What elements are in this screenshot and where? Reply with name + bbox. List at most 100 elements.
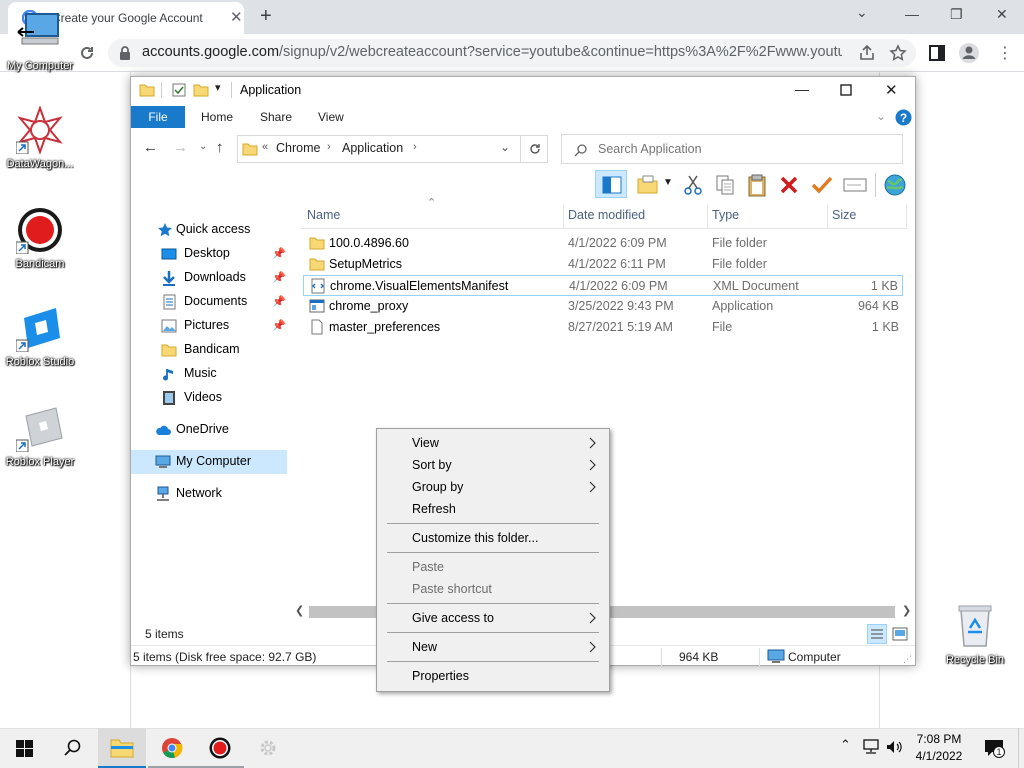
up-arrow-icon[interactable]: ↑ [216, 139, 224, 156]
lock-icon[interactable] [118, 45, 132, 61]
globe-icon[interactable] [883, 173, 907, 197]
close-browser-icon[interactable]: ✕ [996, 6, 1008, 23]
nav-item-network[interactable]: Network [131, 482, 287, 506]
menu-item-refresh[interactable]: Refresh [379, 498, 607, 520]
network-tray-icon[interactable] [862, 739, 880, 755]
desktop-icon-my-computer[interactable]: My Computer [0, 6, 80, 76]
side-panel-icon[interactable] [928, 44, 946, 62]
search-taskbar-button[interactable] [48, 728, 96, 768]
desktop-icon-roblox-studio[interactable]: Roblox Studio [0, 302, 80, 372]
scroll-right-icon[interactable]: ❯ [902, 604, 911, 617]
desktop-icon-recycle-bin[interactable]: Recycle Bin [935, 600, 1015, 670]
rename-icon[interactable] [843, 175, 867, 195]
tab-close-icon[interactable]: ✕ [230, 10, 243, 25]
expand-ribbon-icon[interactable]: ⌄ [876, 109, 886, 123]
minimize-icon[interactable]: — [905, 6, 919, 22]
ribbon-tab-home[interactable]: Home [201, 110, 233, 124]
nav-item-pictures[interactable]: Pictures 📌 [131, 314, 287, 338]
breadcrumb-overflow-icon[interactable]: « [262, 141, 268, 153]
search-box[interactable] [561, 134, 903, 164]
nav-item-downloads[interactable]: Downloads 📌 [131, 266, 287, 290]
menu-kebab-icon[interactable]: ⋮ [997, 43, 1013, 63]
file-row[interactable]: master_preferences 8/27/2021 5:19 AM Fil… [303, 317, 903, 338]
file-row[interactable]: chrome_proxy 3/25/2022 9:43 PM Applicati… [303, 296, 903, 317]
layout-button[interactable] [595, 170, 627, 198]
show-desktop-button[interactable] [1018, 728, 1024, 768]
pin-icon[interactable]: 📌 [272, 271, 286, 284]
column-type[interactable]: Type [712, 208, 739, 222]
pin-icon[interactable]: 📌 [272, 319, 286, 332]
new-tab-icon[interactable]: + [260, 5, 272, 28]
maximize-icon[interactable] [840, 84, 852, 96]
close-window-icon[interactable]: ✕ [885, 81, 898, 99]
nav-item-bandicam[interactable]: Bandicam [131, 338, 287, 362]
new-folder-icon[interactable] [637, 175, 659, 195]
chrome-taskbar-button[interactable] [148, 728, 196, 768]
new-folder-quick-icon[interactable] [193, 82, 209, 98]
quick-access-dropdown-icon[interactable]: ▾ [215, 81, 221, 94]
bandicam-taskbar-button[interactable] [196, 728, 244, 768]
desktop-icon-roblox-player[interactable]: Roblox Player [0, 402, 80, 472]
ribbon-tab-view[interactable]: View [318, 110, 344, 124]
nav-item-desktop[interactable]: Desktop 📌 [131, 242, 287, 266]
nav-item-onedrive[interactable]: OneDrive [131, 418, 287, 442]
menu-item-sort-by[interactable]: Sort by [379, 454, 607, 476]
file-row[interactable]: 100.0.4896.60 4/1/2022 6:09 PM File fold… [303, 233, 903, 254]
menu-item-view[interactable]: View [379, 432, 607, 454]
refresh-button[interactable] [520, 135, 548, 163]
column-size[interactable]: Size [832, 208, 856, 222]
large-icons-view-icon[interactable] [891, 625, 909, 643]
menu-item-group-by[interactable]: Group by [379, 476, 607, 498]
details-view-icon[interactable] [867, 624, 887, 644]
system-clock[interactable]: 7:08 PM 4/1/2022 [902, 731, 976, 765]
nav-item-quick-access[interactable]: Quick access [131, 218, 287, 242]
start-button[interactable] [0, 728, 48, 768]
help-icon[interactable]: ? [895, 109, 912, 126]
paste-icon[interactable] [747, 173, 767, 197]
column-separator[interactable] [563, 205, 564, 229]
restore-icon[interactable]: ❐ [950, 6, 963, 23]
file-row[interactable]: SetupMetrics 4/1/2022 6:11 PM File folde… [303, 254, 903, 275]
column-date-modified[interactable]: Date modified [568, 208, 645, 222]
copy-icon[interactable] [715, 174, 735, 196]
column-name[interactable]: Name [307, 208, 340, 222]
pin-icon[interactable]: 📌 [272, 247, 286, 260]
properties-quick-icon[interactable] [171, 82, 187, 98]
share-icon[interactable] [858, 44, 876, 62]
bookmark-star-icon[interactable] [889, 44, 907, 62]
volume-icon[interactable] [885, 739, 903, 755]
checkmark-icon[interactable] [811, 175, 833, 195]
forward-arrow-icon[interactable]: → [173, 139, 188, 156]
scroll-left-icon[interactable]: ❮ [295, 604, 304, 617]
nav-item-my-computer[interactable]: My Computer [131, 450, 287, 474]
back-arrow-icon[interactable]: ← [143, 139, 158, 156]
profile-avatar-icon[interactable] [958, 42, 980, 64]
delete-icon[interactable] [779, 175, 799, 195]
organize-dropdown-icon[interactable]: ▼ [663, 177, 673, 188]
resize-grip-icon[interactable]: ⋰ [903, 654, 912, 665]
pin-icon[interactable]: 📌 [272, 295, 286, 308]
tab-search-icon[interactable]: ⌄ [856, 4, 868, 21]
cut-icon[interactable] [683, 174, 703, 196]
address-dropdown-icon[interactable]: ⌄ [500, 140, 510, 154]
menu-item-properties[interactable]: Properties [379, 665, 607, 687]
column-separator[interactable] [906, 205, 907, 229]
column-separator[interactable] [707, 205, 708, 229]
nav-item-music[interactable]: Music [131, 362, 287, 386]
url-text[interactable]: accounts.google.com/signup/v2/webcreatea… [142, 44, 842, 60]
menu-item-customize-folder[interactable]: Customize this folder... [379, 527, 607, 549]
ribbon-tab-share[interactable]: Share [260, 110, 292, 124]
reload-icon[interactable] [78, 44, 96, 62]
notifications-button[interactable]: 1 [982, 737, 1006, 761]
address-bar[interactable]: « Chrome › Application › ⌄ [237, 135, 521, 163]
file-explorer-taskbar-button[interactable] [98, 728, 146, 768]
nav-item-documents[interactable]: Documents 📌 [131, 290, 287, 314]
show-hidden-icons-icon[interactable]: ⌃ [840, 737, 851, 753]
desktop-icon-datawagon[interactable]: DataWagon... [0, 104, 80, 174]
breadcrumb-application[interactable]: Application [342, 141, 403, 155]
breadcrumb-chevron-icon[interactable]: › [327, 141, 331, 153]
menu-item-new[interactable]: New [379, 636, 607, 658]
search-input[interactable] [598, 140, 888, 158]
ribbon-tab-file[interactable]: File [131, 106, 185, 128]
file-row-focused[interactable]: chrome.VisualElementsManifest 4/1/2022 6… [303, 275, 903, 296]
